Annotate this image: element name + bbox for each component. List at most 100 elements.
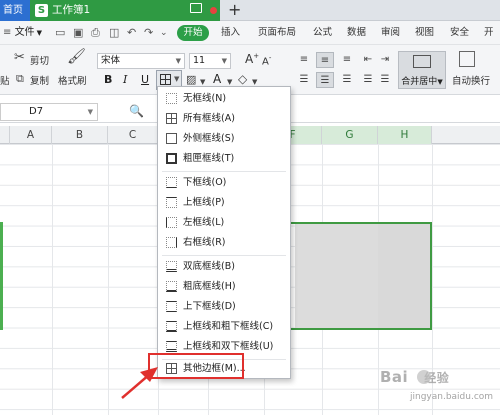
chevron-down-icon: ▼ xyxy=(221,57,227,65)
align-middle-button[interactable]: ≡ xyxy=(316,52,334,68)
tab-bar: 首页 S 工作簿1 + xyxy=(0,0,500,21)
menu-bar: ≡ 文件 ▼ ▭ ▣ ⎙ ◫ ↶ ↷ ⌄ 开始 插入 页面布局 公式 数据 审阅 … xyxy=(0,21,500,62)
file-menu[interactable]: ≡ 文件 ▼ xyxy=(3,21,42,45)
undo-icon[interactable]: ↶ xyxy=(127,26,136,40)
menu-separator xyxy=(162,171,286,172)
cut-button[interactable]: 剪切 xyxy=(30,53,49,67)
tab-workbook[interactable]: S 工作簿1 xyxy=(30,0,220,21)
menu-item-outside-borders[interactable]: 外侧框线(S) xyxy=(158,129,290,149)
menu-item-right-border[interactable]: 右框线(R) xyxy=(158,233,290,253)
menu-item-bottom-border[interactable]: 下框线(O) xyxy=(158,173,290,193)
watermark-brand: Bai 经验 xyxy=(380,368,449,386)
align-left-button[interactable]: ☰ xyxy=(295,72,313,88)
menu-item-thick-bottom-border[interactable]: 粗底框线(H) xyxy=(158,277,290,297)
fill-color-icon[interactable]: ▨ xyxy=(186,73,196,87)
chevron-down-icon: ▼ xyxy=(36,29,42,37)
thick-box-border-icon xyxy=(166,153,177,164)
menu-item-label: 无框线(N) xyxy=(183,93,227,104)
bold-button[interactable]: B xyxy=(104,72,112,88)
align-top-button[interactable]: ≡ xyxy=(295,52,313,68)
redo-icon[interactable]: ↷ xyxy=(144,26,153,40)
shrink-font-button[interactable]: A- xyxy=(262,54,271,67)
unsaved-dot-icon[interactable] xyxy=(210,7,217,14)
zoom-icon[interactable]: 🔍 xyxy=(129,104,144,118)
chevron-down-icon: ▼ xyxy=(87,108,93,116)
copy-button[interactable]: 复制 xyxy=(30,73,49,87)
column-header-g[interactable]: G xyxy=(322,126,378,144)
tab-view[interactable]: 视图 xyxy=(415,21,434,45)
column-header-h[interactable]: H xyxy=(378,126,432,144)
gridline xyxy=(52,144,53,415)
eraser-icon[interactable]: ◇ xyxy=(238,72,247,86)
menu-item-label: 上框线和粗下框线(C) xyxy=(183,321,274,332)
tab-workbook-title: 工作簿1 xyxy=(52,4,91,16)
distributed-button[interactable]: ☰ xyxy=(376,72,394,88)
menu-item-double-bottom-border[interactable]: 双底框线(B) xyxy=(158,257,290,277)
tab-review[interactable]: 审阅 xyxy=(381,21,400,45)
tab-formulas[interactable]: 公式 xyxy=(313,21,332,45)
tab-start[interactable]: 开始 xyxy=(177,25,209,41)
scissors-icon[interactable]: ✂ xyxy=(14,51,25,65)
decrease-indent-button[interactable]: ⇤ xyxy=(359,52,377,68)
column-header-a[interactable]: A xyxy=(10,126,52,144)
tab-insert[interactable]: 插入 xyxy=(221,21,240,45)
tab-security[interactable]: 安全 xyxy=(450,21,469,45)
copy-icon[interactable]: ⧉ xyxy=(16,72,24,86)
font-name-value: 宋体 xyxy=(101,55,121,66)
menu-item-label: 上框线(P) xyxy=(183,197,225,208)
print-preview-icon[interactable]: ◫ xyxy=(109,26,119,40)
save-icon[interactable]: ▣ xyxy=(73,26,83,40)
format-painter-icon[interactable]: 🖌 xyxy=(67,49,86,64)
monitor-icon[interactable] xyxy=(190,3,202,13)
menu-item-no-border[interactable]: 无框线(N) xyxy=(158,89,290,109)
right-border-icon xyxy=(166,237,177,248)
menu-item-thick-box-border[interactable]: 粗匣框线(T) xyxy=(158,149,290,169)
menu-item-label: 粗匣框线(T) xyxy=(183,153,235,164)
tab-data[interactable]: 数据 xyxy=(347,21,366,45)
italic-button[interactable]: I xyxy=(123,72,127,88)
menu-item-all-borders[interactable]: 所有框线(A) xyxy=(158,109,290,129)
wrap-text-button[interactable]: 自动换行 xyxy=(452,73,490,87)
menu-item-label: 左框线(L) xyxy=(183,217,225,228)
menu-item-top-border[interactable]: 上框线(P) xyxy=(158,193,290,213)
column-header-b[interactable]: B xyxy=(52,126,108,144)
font-name-select[interactable]: 宋体 ▼ xyxy=(97,53,185,69)
open-folder-icon[interactable]: ▭ xyxy=(55,26,65,40)
justify-button[interactable]: ☰ xyxy=(359,72,377,88)
tab-home[interactable]: 首页 xyxy=(0,0,30,21)
chevron-down-icon: ▼ xyxy=(437,78,443,86)
paste-label[interactable]: 贴 xyxy=(0,73,10,87)
underline-button[interactable]: U xyxy=(141,72,149,88)
name-box[interactable]: D7 ▼ xyxy=(0,103,98,121)
align-right-button[interactable]: ☰ xyxy=(338,72,356,88)
grow-font-button[interactable]: A+ xyxy=(245,52,259,66)
merge-center-button[interactable]: 合并居中▼ xyxy=(398,51,446,89)
menu-item-top-bottom-border[interactable]: 上下框线(D) xyxy=(158,297,290,317)
menu-item-left-border[interactable]: 左框线(L) xyxy=(158,213,290,233)
new-tab-button[interactable]: + xyxy=(228,0,241,19)
watermark-url: jingyan.baidu.com xyxy=(410,392,494,402)
left-border-icon xyxy=(166,217,177,228)
top-bottom-border-icon xyxy=(166,301,177,312)
cell-reference: D7 xyxy=(29,106,44,117)
customize-chevron-icon[interactable]: ⌄ xyxy=(160,26,168,40)
font-size-select[interactable]: 11 ▼ xyxy=(189,53,231,69)
merge-center-label: 合并居中▼ xyxy=(399,74,445,87)
no-border-icon xyxy=(166,93,177,104)
select-all-corner[interactable] xyxy=(0,126,10,144)
align-center-button[interactable]: ☰ xyxy=(316,72,334,88)
thick-bottom-border-icon xyxy=(166,281,177,292)
print-icon[interactable]: ⎙ xyxy=(91,26,100,40)
menu-item-label: 外侧框线(S) xyxy=(183,133,235,144)
column-header-c[interactable]: C xyxy=(108,126,158,144)
all-borders-icon xyxy=(166,113,177,124)
format-painter-button[interactable]: 格式刷 xyxy=(58,73,87,87)
align-bottom-button[interactable]: ≡ xyxy=(338,52,356,68)
top-border-icon xyxy=(166,197,177,208)
menu-item-top-thick-bottom-border[interactable]: 上框线和粗下框线(C) xyxy=(158,317,290,337)
watermark-brand-text: Bai xyxy=(380,368,409,386)
top-double-bottom-border-icon xyxy=(166,341,177,352)
increase-indent-button[interactable]: ⇥ xyxy=(376,52,394,68)
tab-page-layout[interactable]: 页面布局 xyxy=(258,21,296,45)
wrap-text-icon[interactable] xyxy=(459,51,475,67)
